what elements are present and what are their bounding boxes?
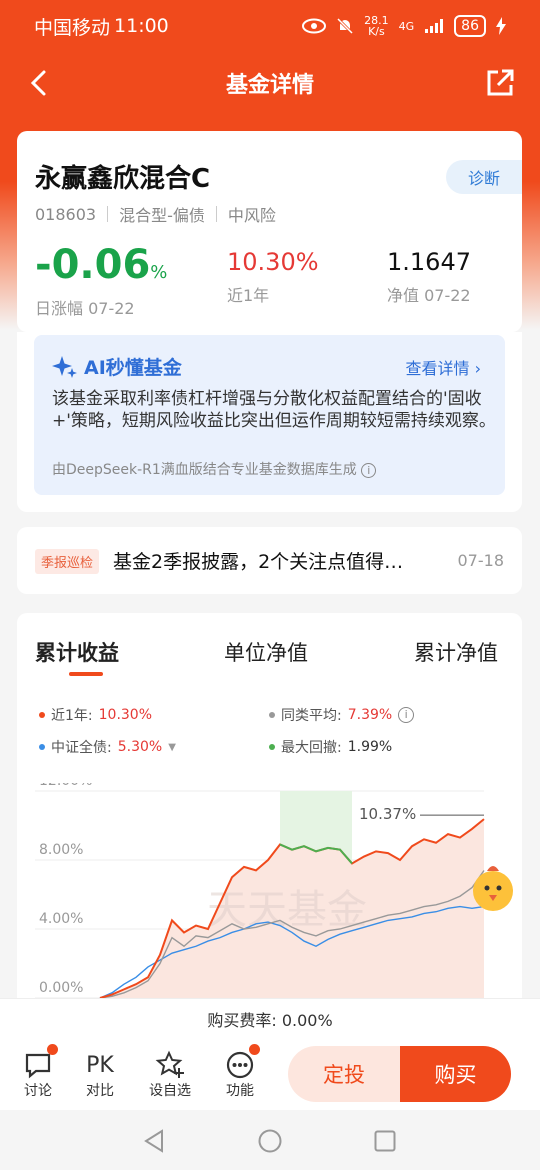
fund-summary-card: 永赢鑫欣混合C 诊断 018603 混合型-偏债 中风险 -0.06% 日涨幅 … xyxy=(17,131,522,332)
sparkle-icon xyxy=(52,355,77,378)
year-return-stat: 10.30% 近1年 xyxy=(227,248,319,306)
star-plus-icon xyxy=(155,1050,184,1078)
y-tick-label: 8.00% xyxy=(39,842,83,858)
compare-button[interactable]: PK 对比 xyxy=(74,1050,126,1100)
info-icon[interactable]: i xyxy=(361,463,377,478)
chevron-right-icon: › xyxy=(474,359,481,378)
legend-peer: 同类平均: 7.39% i xyxy=(269,705,415,725)
news-date: 07-18 xyxy=(457,551,505,570)
return-chart[interactable]: 12.00% 8.00% 4.00% 0.00% 天天基金 10.37% xyxy=(17,783,522,1033)
charging-icon xyxy=(496,17,506,35)
active-tab-indicator xyxy=(69,672,103,676)
system-back-icon[interactable] xyxy=(143,1129,165,1153)
ai-footer: 由DeepSeek-R1满血版结合专业基金数据库生成 i xyxy=(52,459,377,479)
more-dots-icon xyxy=(226,1051,254,1079)
tab-cumulative-nav[interactable]: 累计净值 xyxy=(414,637,498,667)
daily-change-value: -0.06 xyxy=(35,242,151,288)
daily-change-label: 日涨幅 07-22 xyxy=(35,299,135,318)
legend-fund-dot xyxy=(39,712,45,718)
annotation-label: 10.37% xyxy=(359,805,416,823)
y-tick-label: 0.00% xyxy=(39,980,83,996)
notification-badge xyxy=(47,1044,58,1055)
fund-name: 永赢鑫欣混合C xyxy=(35,164,211,194)
legend-fund: 近1年: 10.30% xyxy=(39,705,152,725)
ai-more-link[interactable]: 查看详情 › xyxy=(405,355,481,379)
functions-button[interactable]: 功能 xyxy=(214,1044,266,1100)
diagnose-button[interactable]: 诊断 xyxy=(446,160,522,194)
nav-label: 净值 07-22 xyxy=(387,286,471,305)
pk-icon: PK xyxy=(86,1052,114,1078)
battery-indicator: 86 xyxy=(454,15,486,37)
discuss-button[interactable]: 讨论 xyxy=(12,1044,64,1100)
daily-change-stat: -0.06% 日涨幅 07-22 xyxy=(35,242,168,318)
share-icon[interactable] xyxy=(484,67,516,99)
news-card[interactable]: 季报巡检 基金2季报披露，2个关注点值得… 07-18 xyxy=(17,527,522,594)
fund-risk: 中风险 xyxy=(227,206,276,225)
fund-meta: 018603 混合型-偏债 中风险 xyxy=(35,202,276,226)
net-speed: 28.1 K/s xyxy=(364,14,389,38)
chat-bubble-icon xyxy=(25,1053,51,1079)
buy-button[interactable]: 购买 xyxy=(400,1046,511,1102)
system-nav-bar xyxy=(0,1110,540,1170)
news-title: 基金2季报披露，2个关注点值得… xyxy=(113,551,404,573)
y-tick-label: 12.00% xyxy=(39,783,92,789)
fund-type: 混合型-偏债 xyxy=(119,206,205,225)
nav-bar: 基金详情 xyxy=(0,55,540,111)
system-home-icon[interactable] xyxy=(258,1129,282,1153)
tab-cumulative-return[interactable]: 累计收益 xyxy=(35,637,119,667)
dropdown-triangle-icon[interactable]: ▼ xyxy=(168,742,176,753)
ai-title: AI秒懂基金 xyxy=(52,353,182,380)
bottom-action-bar: 讨论 PK 对比 设自选 功能 定投 购买 xyxy=(0,1038,540,1110)
notification-badge xyxy=(249,1044,260,1055)
news-tag: 季报巡检 xyxy=(35,549,100,574)
y-tick-label: 4.00% xyxy=(39,911,83,927)
tab-unit-nav[interactable]: 单位净值 xyxy=(224,637,308,667)
watermark: 天天基金 xyxy=(207,887,367,933)
year-return-label: 近1年 xyxy=(227,286,270,305)
status-bar: 中国移动 11:00 28.1 K/s 4G 86 xyxy=(0,0,540,52)
ai-summary-text: 该基金采取利率债杠杆增强与分散化权益配置结合的'固收+'策略，短期风险收益比突出… xyxy=(52,389,496,431)
ai-summary-card[interactable]: AI秒懂基金 查看详情 › 该基金采取利率债杠杆增强与分散化权益配置结合的'固收… xyxy=(34,335,505,495)
year-return-value: 10.30% xyxy=(227,248,319,276)
fund-code: 018603 xyxy=(35,204,97,224)
legend-index[interactable]: 中证全债: 5.30% ▼ xyxy=(39,737,176,757)
fee-bar: 购买费率: 0.00% xyxy=(0,998,540,1038)
info-icon[interactable]: i xyxy=(398,707,415,723)
clock: 11:00 xyxy=(114,15,169,37)
system-recents-icon[interactable] xyxy=(374,1130,396,1152)
auto-invest-button[interactable]: 定投 xyxy=(288,1046,400,1102)
back-arrow-icon[interactable] xyxy=(24,67,56,99)
signal-icon xyxy=(425,19,444,33)
nav-stat: 1.1647 净值 07-22 xyxy=(387,248,471,306)
nav-value: 1.1647 xyxy=(387,248,471,276)
mute-bell-icon xyxy=(337,17,354,35)
network-type: 4G xyxy=(398,19,415,33)
eye-icon xyxy=(302,18,327,34)
add-watchlist-button[interactable]: 设自选 xyxy=(144,1050,196,1100)
chart-card: 累计收益 单位净值 累计净值 近1年: 10.30% 同类平均: 7.39% i 中… xyxy=(17,613,522,1033)
carrier: 中国移动 xyxy=(34,16,111,39)
page-title: 基金详情 xyxy=(225,73,314,98)
legend-drawdown: 最大回撤: 1.99% xyxy=(269,737,392,757)
chart-tabs: 累计收益 单位净值 累计净值 xyxy=(17,637,522,677)
